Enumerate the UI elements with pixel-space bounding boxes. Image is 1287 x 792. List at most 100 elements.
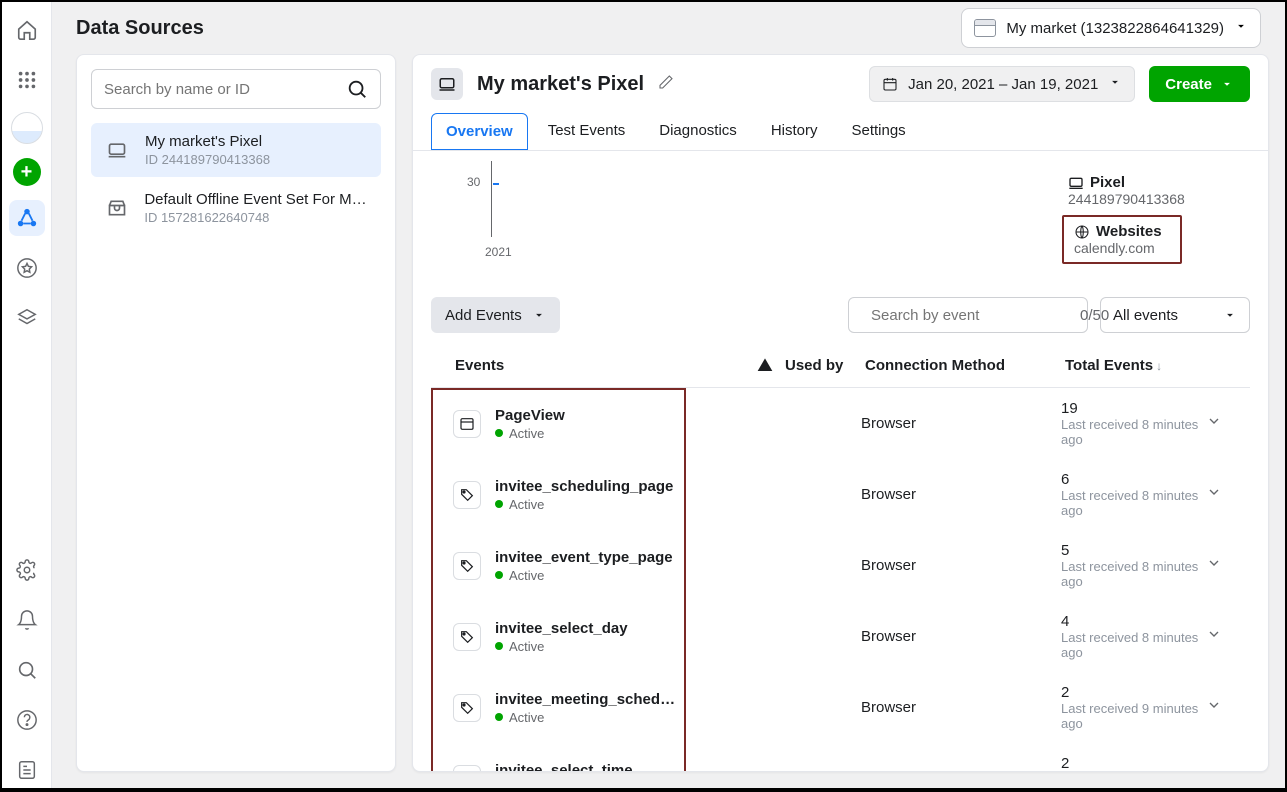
tab-settings[interactable]: Settings bbox=[837, 113, 919, 150]
event-last-received: Last received 8 minutes ago bbox=[1061, 559, 1206, 589]
globe-icon bbox=[1074, 224, 1090, 240]
event-row[interactable]: invitee_event_type_page Active Browser5Las… bbox=[431, 530, 1250, 601]
panel-header: My market's Pixel Jan 20, 2021 – Jan 19,… bbox=[413, 55, 1268, 113]
event-total: 19 bbox=[1061, 400, 1206, 417]
search-icon bbox=[346, 78, 368, 100]
account-picker[interactable]: My market (1323822864641329) bbox=[961, 8, 1261, 48]
header-used-by: Used by bbox=[785, 357, 865, 377]
event-status: Active bbox=[495, 639, 628, 654]
add-events-button[interactable]: Add Events bbox=[431, 297, 560, 333]
help-icon[interactable] bbox=[9, 702, 45, 738]
header-total[interactable]: Total Events↓ bbox=[1065, 357, 1206, 377]
websites-box: Websites calendly.com bbox=[1062, 215, 1182, 264]
events-table-header: Events Used by Connection Method Total E… bbox=[431, 347, 1250, 388]
panel-title: My market's Pixel bbox=[477, 73, 644, 96]
tab-diagnostics[interactable]: Diagnostics bbox=[645, 113, 751, 150]
report-icon[interactable] bbox=[9, 752, 45, 788]
page-title: Data Sources bbox=[76, 17, 204, 40]
expand-row-button[interactable] bbox=[1206, 768, 1246, 771]
event-search[interactable]: 0/50 bbox=[848, 297, 1088, 333]
event-status: Active bbox=[495, 497, 673, 512]
chevron-down-icon bbox=[532, 308, 546, 322]
tag-icon bbox=[453, 552, 481, 580]
event-row[interactable]: invitee_meeting_sched…ActiveBrowser2Last… bbox=[431, 672, 1250, 743]
apps-grid-icon[interactable] bbox=[9, 62, 45, 98]
pixel-id: 244189790413368 bbox=[1068, 191, 1240, 207]
website-domain: calendly.com bbox=[1074, 240, 1170, 256]
account-picker-label: My market (1323822864641329) bbox=[1006, 20, 1224, 37]
websites-label: Websites bbox=[1096, 223, 1162, 240]
event-row[interactable]: invitee_scheduling_pageActiveBrowser6Las… bbox=[431, 459, 1250, 530]
event-name: invitee_select_day bbox=[495, 620, 628, 637]
data-source-item[interactable]: My market's PixelID 244189790413368 bbox=[91, 123, 381, 177]
add-button-icon[interactable]: + bbox=[13, 158, 41, 186]
event-last-received: Last received 8 minutes ago bbox=[1061, 488, 1206, 518]
event-status: Active bbox=[495, 568, 673, 583]
topbar: Data Sources My market (1323822864641329… bbox=[52, 2, 1285, 54]
expand-row-button[interactable] bbox=[1206, 697, 1246, 718]
event-row[interactable]: invitee_select_dayActiveBrowser4Last rec… bbox=[431, 601, 1250, 672]
pixel-icon bbox=[431, 68, 463, 100]
event-name: invitee_select_time bbox=[495, 762, 633, 772]
star-icon[interactable] bbox=[9, 250, 45, 286]
gear-icon[interactable] bbox=[9, 552, 45, 588]
create-button[interactable]: Create bbox=[1149, 66, 1250, 102]
event-filter-select[interactable]: All events bbox=[1100, 297, 1250, 333]
event-search-input[interactable] bbox=[871, 307, 1070, 324]
chevron-down-icon bbox=[1234, 19, 1248, 38]
expand-row-button[interactable] bbox=[1206, 484, 1246, 505]
event-last-received: Last received 8 minutes ago bbox=[1061, 417, 1206, 447]
calendar-icon bbox=[882, 76, 898, 92]
info-last-received bbox=[1068, 153, 1240, 168]
home-icon[interactable] bbox=[9, 12, 45, 48]
bell-icon[interactable] bbox=[9, 602, 45, 638]
header-connection: Connection Method bbox=[865, 357, 1065, 377]
tag-icon bbox=[453, 623, 481, 651]
expand-row-button[interactable] bbox=[1206, 626, 1246, 647]
event-total: 5 bbox=[1061, 542, 1206, 559]
tag-icon bbox=[453, 765, 481, 772]
info-side: Pixel 244189790413368 Websites calendly.… bbox=[1050, 157, 1250, 267]
data-source-search[interactable] bbox=[91, 69, 381, 109]
detail-panel: My market's Pixel Jan 20, 2021 – Jan 19,… bbox=[412, 54, 1269, 772]
event-connection: Browser bbox=[861, 770, 1061, 771]
events-rows: PageViewActiveBrowser19Last received 8 m… bbox=[431, 388, 1250, 771]
search-icon[interactable] bbox=[9, 652, 45, 688]
event-name: invitee_event_type_page bbox=[495, 549, 673, 566]
laptop-icon bbox=[1068, 175, 1084, 191]
date-range-label: Jan 20, 2021 – Jan 19, 2021 bbox=[908, 76, 1098, 93]
event-connection: Browser bbox=[861, 486, 1061, 503]
event-status: Active bbox=[495, 426, 565, 441]
add-events-label: Add Events bbox=[445, 307, 522, 324]
data-source-name: Default Offline Event Set For My mar… bbox=[144, 191, 369, 208]
event-connection: Browser bbox=[861, 415, 1061, 432]
data-source-item[interactable]: Default Offline Event Set For My mar…ID … bbox=[91, 181, 381, 235]
laptop-icon bbox=[103, 136, 131, 164]
tab-test-events[interactable]: Test Events bbox=[534, 113, 640, 150]
expand-row-button[interactable] bbox=[1206, 413, 1246, 434]
event-row[interactable]: invitee_select_timeActiveBrowser2Last re… bbox=[431, 743, 1250, 771]
event-row[interactable]: PageViewActiveBrowser19Last received 8 m… bbox=[431, 388, 1250, 459]
event-last-received: Last received 9 minutes ago bbox=[1061, 701, 1206, 731]
tag-icon bbox=[453, 694, 481, 722]
integrations-icon[interactable] bbox=[9, 200, 45, 236]
date-range-picker[interactable]: Jan 20, 2021 – Jan 19, 2021 bbox=[869, 66, 1135, 102]
edit-icon[interactable] bbox=[658, 74, 674, 95]
event-total: 4 bbox=[1061, 613, 1206, 630]
create-button-label: Create bbox=[1165, 76, 1212, 93]
event-total: 2 bbox=[1061, 755, 1206, 771]
tab-history[interactable]: History bbox=[757, 113, 832, 150]
account-avatar-icon[interactable] bbox=[11, 112, 43, 144]
tab-overview[interactable]: Overview bbox=[431, 113, 528, 150]
data-sources-panel: My market's PixelID 244189790413368Defau… bbox=[76, 54, 396, 772]
header-events: Events bbox=[435, 357, 745, 377]
layers-icon[interactable] bbox=[9, 300, 45, 336]
chevron-down-icon bbox=[1220, 77, 1234, 91]
expand-row-button[interactable] bbox=[1206, 555, 1246, 576]
search-input[interactable] bbox=[104, 81, 338, 98]
events-table: Events Used by Connection Method Total E… bbox=[431, 347, 1250, 771]
data-source-name: My market's Pixel bbox=[145, 133, 270, 150]
chart-x-tick: 2021 bbox=[485, 245, 512, 259]
event-connection: Browser bbox=[861, 557, 1061, 574]
browser-window-icon bbox=[974, 19, 996, 37]
